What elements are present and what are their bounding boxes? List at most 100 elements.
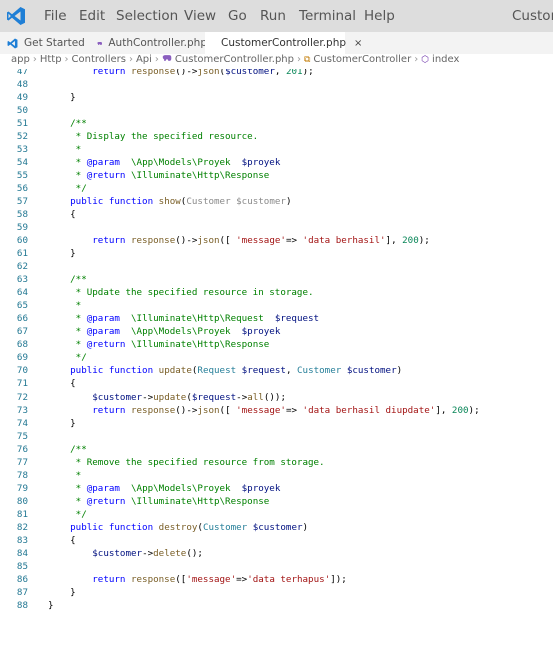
breadcrumb-class[interactable]: CustomerController [313,54,411,65]
code-line[interactable]: 52 * Display the specified resource. [0,130,553,143]
line-number: 59 [16,222,28,234]
menu-run[interactable]: Run [260,8,286,24]
menu-edit[interactable]: Edit [79,8,105,24]
code-line[interactable]: 53 * [0,143,553,156]
code-line[interactable]: 59 [0,221,553,234]
code-token: ([ [219,404,237,416]
code-line[interactable]: 54 * @param \App\Models\Proyek $proyek [0,156,553,169]
code-line[interactable]: 88} [0,599,553,612]
code-token: ], [435,404,452,416]
code-line[interactable]: 58 { [0,208,553,221]
code-token: $customer [236,196,286,208]
breadcrumb-controllers[interactable]: Controllers [72,54,126,65]
code-line[interactable]: 83 { [0,534,553,547]
line-number: 72 [16,391,28,403]
code-line[interactable]: 57 public function show(Customer $custom… [0,195,553,208]
code-text: } [48,599,54,612]
code-line[interactable]: 55 * @return \Illuminate\Http\Response [0,169,553,182]
code-token: 'message' [236,235,286,247]
menu-go[interactable]: Go [228,8,247,24]
code-token: $customer [346,365,397,377]
line-number: 67 [16,326,28,338]
menu-selection[interactable]: Selection [116,8,178,24]
tab-get-started[interactable]: Get Started [0,32,95,54]
code-line[interactable]: 67 * @param \App\Models\Proyek $proyek [0,325,553,338]
breadcrumb-http[interactable]: Http [40,54,62,65]
code-line[interactable]: 65 * [0,299,553,312]
code-token: @param [86,313,120,325]
code-line[interactable]: 56 */ [0,182,553,195]
line-number: 61 [16,248,28,260]
menu-bar: File Edit Selection View Go Run Terminal… [0,0,553,32]
code-line[interactable]: 84 $customer->delete(); [0,547,553,560]
code-editor[interactable]: 47 return response()->json($customer, 20… [0,69,553,646]
code-line[interactable]: 61 } [0,247,553,260]
code-line[interactable]: 75 [0,430,553,443]
line-number: 75 [16,430,28,442]
code-token: */ [48,508,87,520]
tab-customer-controller[interactable]: CustomerController.php × [205,32,362,54]
code-token: 'message' [236,404,286,416]
line-number: 64 [16,287,28,299]
code-line[interactable]: 85 [0,560,553,573]
code-line[interactable]: 72 $customer->update($request->all()); [0,391,553,404]
breadcrumb-api[interactable]: Api [136,54,152,65]
code-line[interactable]: 79 * @param \App\Models\Proyek $proyek [0,482,553,495]
code-text: return response()->json([ 'message'=> 'd… [48,234,430,247]
code-line[interactable]: 50 [0,104,553,117]
breadcrumb-method[interactable]: index [432,54,459,65]
code-token: 200 [451,404,469,416]
line-number: 86 [16,573,28,585]
code-token: function [108,365,159,377]
code-token: $customer [225,69,275,77]
code-line[interactable]: 71 { [0,377,553,390]
line-number: 57 [16,196,28,208]
close-icon[interactable]: × [354,38,362,49]
code-token: { [48,209,76,221]
code-token: * [48,326,87,338]
code-line[interactable]: 81 */ [0,508,553,521]
menu-file[interactable]: File [44,8,67,24]
line-number: 66 [16,313,28,325]
tab-auth-controller[interactable]: AuthController.php [95,32,207,54]
code-text: { [48,377,76,390]
class-icon: ⧉ [303,55,311,65]
menu-terminal[interactable]: Terminal [299,8,356,24]
code-line[interactable]: 78 * [0,469,553,482]
code-line[interactable]: 77 * Remove the specified resource from … [0,456,553,469]
line-number: 48 [16,79,28,91]
code-line[interactable]: 68 * @return \Illuminate\Http\Response [0,338,553,351]
code-line[interactable]: 73 return response()->json([ 'message'=>… [0,404,553,417]
line-number: 69 [16,352,28,364]
code-line[interactable]: 48 [0,78,553,91]
code-line[interactable]: 82 public function destroy(Customer $cus… [0,521,553,534]
menu-help[interactable]: Help [364,8,395,24]
code-line[interactable]: 80 * @return \Illuminate\Http\Response [0,495,553,508]
code-line[interactable]: 64 * Update the specified resource in st… [0,286,553,299]
code-line[interactable]: 74 } [0,417,553,430]
breadcrumb-file[interactable]: CustomerController.php [175,54,294,65]
code-line[interactable]: 62 [0,260,553,273]
code-line[interactable]: 47 return response()->json($customer, 20… [0,69,553,78]
code-line[interactable]: 87 } [0,586,553,599]
code-token: ([ [175,573,187,585]
code-line[interactable]: 76 /** [0,443,553,456]
code-line[interactable]: 63 /** [0,273,553,286]
code-line[interactable]: 70 public function update(Request $reque… [0,364,553,377]
code-token: } [48,92,76,104]
breadcrumb-app[interactable]: app [11,54,30,65]
code-token: \Illuminate\Http\Request [119,313,275,325]
code-token: { [48,378,76,390]
code-line[interactable]: 86 return response(['message'=>'data ter… [0,573,553,586]
code-line[interactable]: 49 } [0,91,553,104]
code-line[interactable]: 69 */ [0,351,553,364]
code-text: */ [48,508,87,521]
code-line[interactable]: 66 * @param \Illuminate\Http\Request $re… [0,312,553,325]
code-line[interactable]: 60 return response()->json([ 'message'=>… [0,234,553,247]
code-token: (); [186,547,203,559]
code-token: Customer [186,196,237,208]
code-line[interactable]: 51 /** [0,117,553,130]
vscode-logo-icon[interactable] [6,6,26,26]
code-token: } [48,417,76,429]
menu-view[interactable]: View [184,8,216,24]
